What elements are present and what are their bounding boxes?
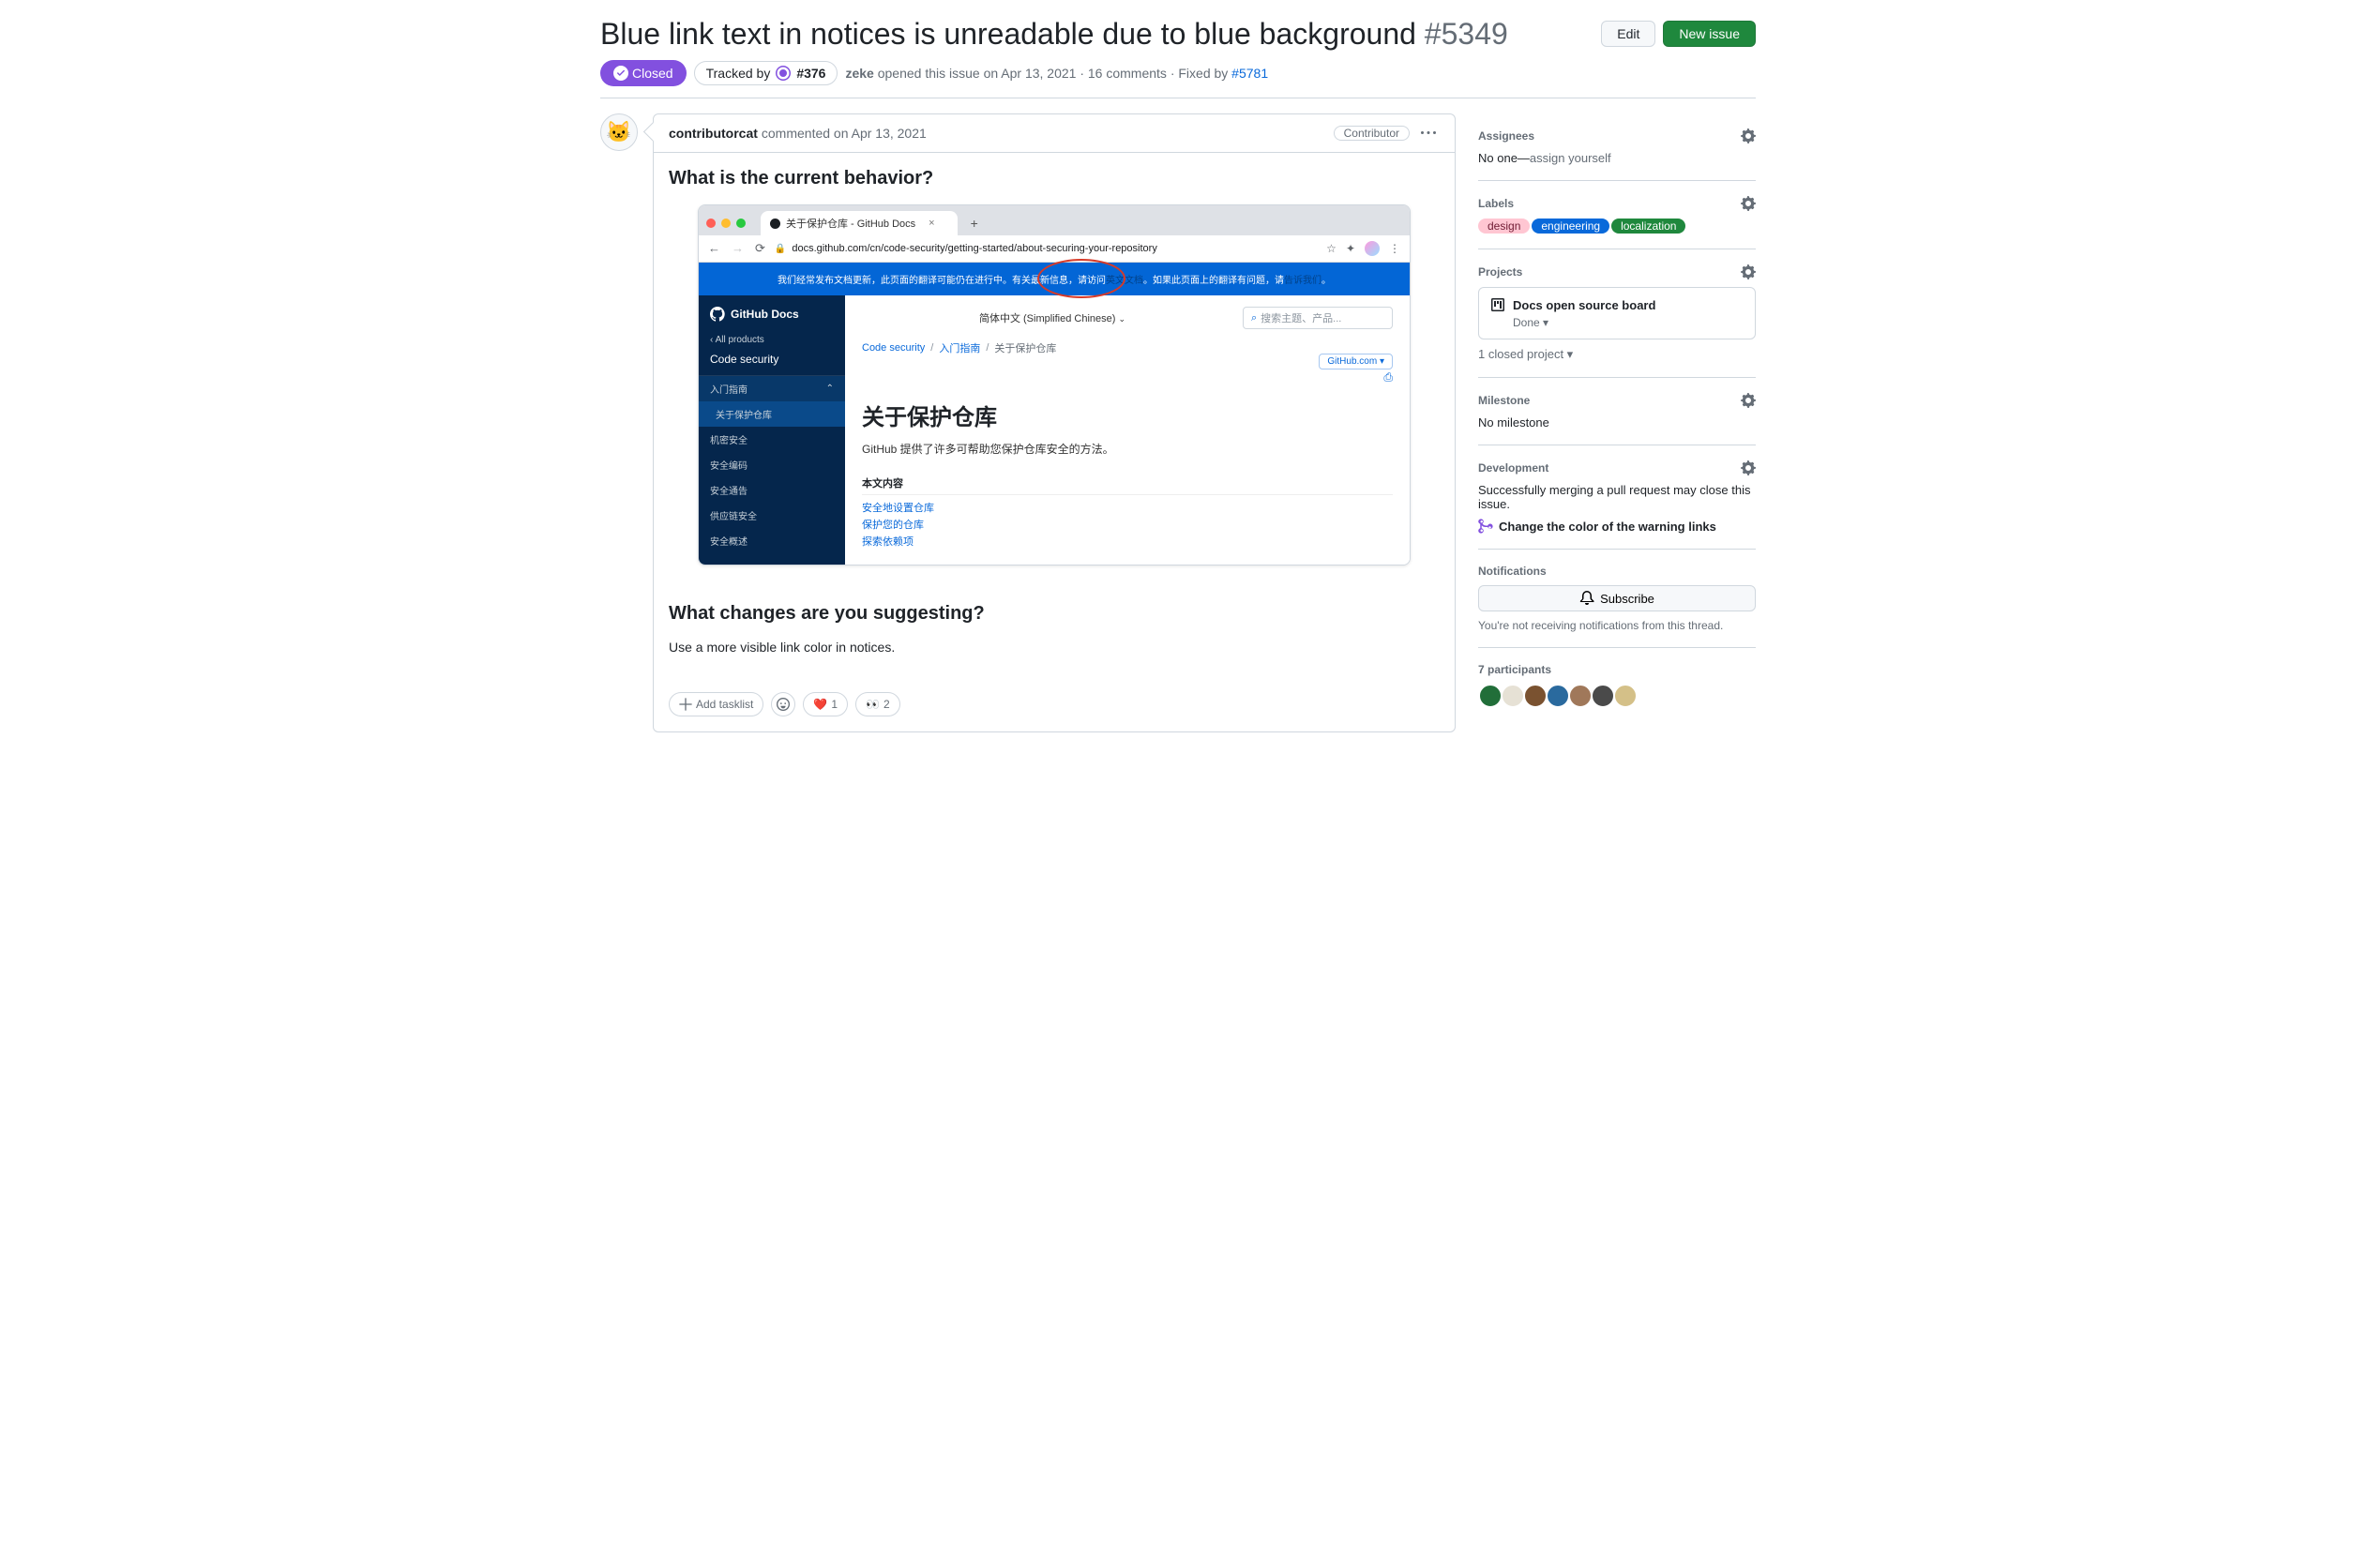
assignees-title: Assignees [1478,129,1534,143]
participant-avatar[interactable] [1478,684,1503,708]
project-icon [1490,297,1505,312]
add-reaction-button[interactable] [771,692,795,716]
participants-title: 7 participants [1478,663,1756,676]
gear-icon[interactable] [1741,460,1756,475]
comment-menu-icon[interactable] [1417,122,1440,144]
notice-banner: 我们经常发布文档更新，此页面的翻译可能仍在进行中。有关最新信息，请访问英文文档。… [699,263,1410,295]
bell-icon [1579,591,1594,606]
subscribe-button[interactable]: Subscribe [1478,585,1756,611]
participant-avatar[interactable] [1591,684,1615,708]
notification-status: You're not receiving notifications from … [1478,619,1756,632]
milestone-title: Milestone [1478,394,1530,407]
closed-projects-toggle[interactable]: 1 closed project ▾ [1478,347,1756,362]
browser-tab: 关于保护仓库 - GitHub Docs × [761,211,958,235]
project-card[interactable]: Docs open source board Done ▾ [1478,287,1756,339]
comment-text: Use a more visible link color in notices… [669,640,1440,655]
issue-title: Blue link text in notices is unreadable … [600,15,1593,53]
linked-pr[interactable]: Change the color of the warning links [1478,519,1756,534]
avatar[interactable]: 🐱 [600,113,638,151]
role-badge: Contributor [1334,126,1410,141]
milestone-value: No milestone [1478,415,1756,430]
print-icon: ⎙ [1383,370,1393,384]
edit-button[interactable]: Edit [1601,21,1655,47]
label-pill[interactable]: engineering [1532,219,1609,234]
state-badge: Closed [600,60,687,86]
url-text: docs.github.com/cn/code-security/getting… [792,243,1156,254]
assign-yourself-link[interactable]: assign yourself [1530,151,1611,165]
add-tasklist-button[interactable]: Add tasklist [669,692,763,716]
participant-avatar[interactable] [1568,684,1593,708]
tracked-icon [776,66,791,81]
comment-timestamp: commented on Apr 13, 2021 [762,126,927,141]
section-heading: What changes are you suggesting? [669,603,1440,625]
development-title: Development [1478,461,1548,475]
participant-avatar[interactable] [1546,684,1570,708]
check-circle-icon [613,66,628,81]
section-heading: What is the current behavior? [669,168,1440,189]
label-pill[interactable]: design [1478,219,1530,234]
issue-meta: zeke opened this issue on Apr 13, 2021 ·… [845,66,1268,81]
new-issue-button[interactable]: New issue [1663,21,1756,47]
fixed-by-link[interactable]: #5781 [1231,66,1268,81]
assignees-value: No one—assign yourself [1478,151,1756,165]
gear-icon[interactable] [1741,393,1756,408]
gear-icon[interactable] [1741,128,1756,143]
screenshot-image[interactable]: 关于保护仓库 - GitHub Docs × + ←→⟳ 🔒docs.githu… [698,204,1411,565]
notifications-title: Notifications [1478,565,1547,578]
tracked-by-badge[interactable]: Tracked by #376 [694,61,838,85]
reaction-heart[interactable]: ❤️ 1 [803,692,848,716]
author-link[interactable]: zeke [845,66,873,81]
gear-icon[interactable] [1741,196,1756,211]
participant-avatar[interactable] [1613,684,1638,708]
comment-author[interactable]: contributorcat [669,126,758,141]
labels-title: Labels [1478,197,1514,210]
issue-number: #5349 [1425,17,1508,51]
reaction-eyes[interactable]: 👀 2 [855,692,900,716]
dev-text: Successfully merging a pull request may … [1478,483,1756,511]
label-pill[interactable]: localization [1611,219,1685,234]
gear-icon[interactable] [1741,264,1756,279]
participant-avatar[interactable] [1523,684,1548,708]
annotation-circle [1037,259,1125,298]
projects-title: Projects [1478,265,1522,279]
merge-icon [1478,519,1493,534]
participant-avatar[interactable] [1501,684,1525,708]
